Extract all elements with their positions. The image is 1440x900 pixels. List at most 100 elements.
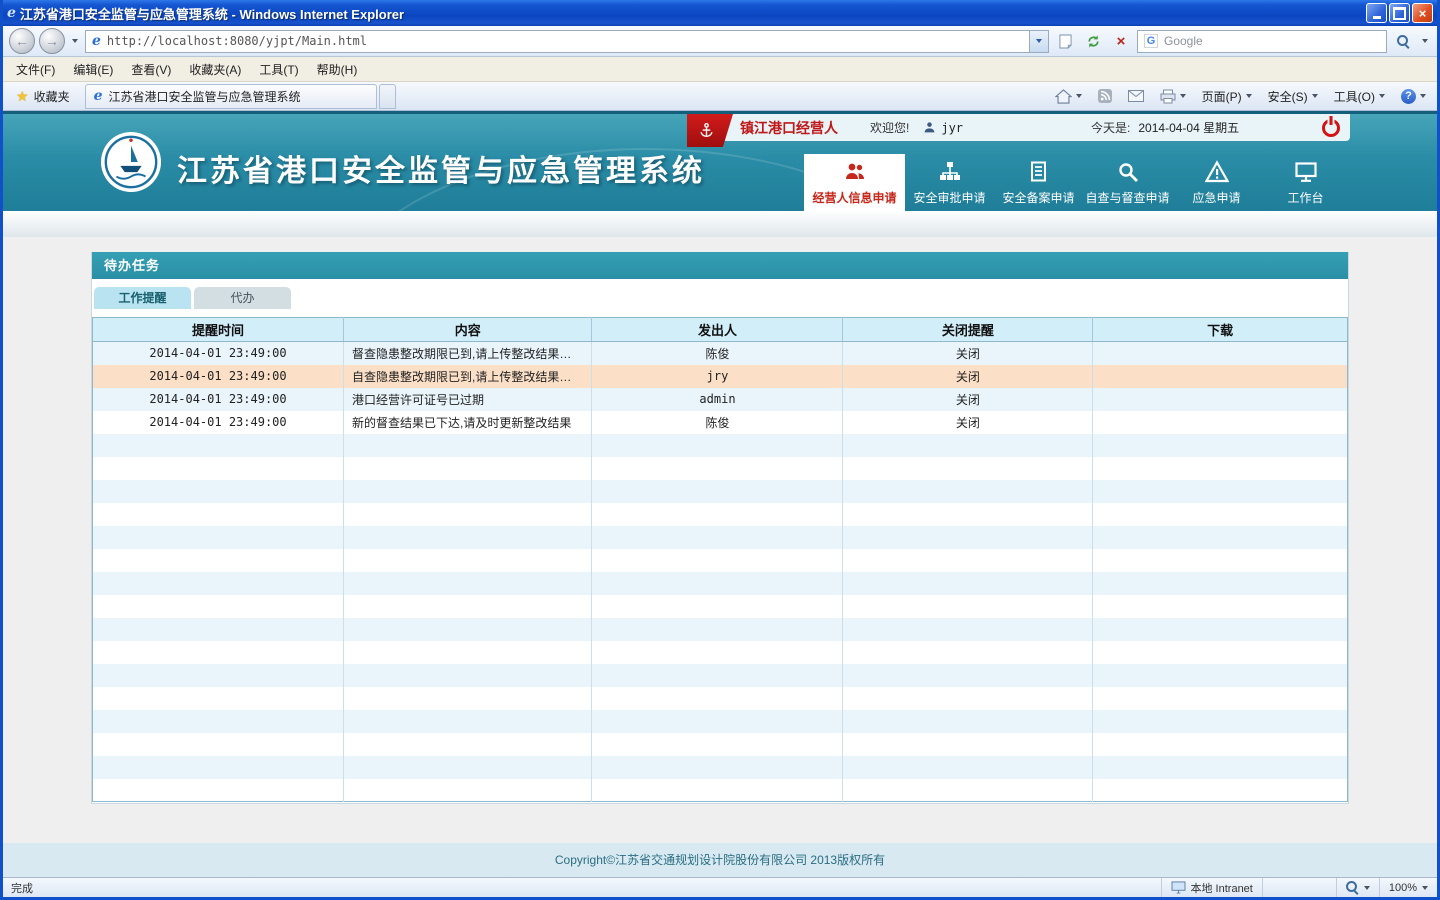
feeds-button[interactable] <box>1091 86 1119 106</box>
reminder-table: 提醒时间 内容 发出人 关闭提醒 下载 2014-04-01 23:49:00 … <box>92 317 1348 802</box>
window-title: 江苏省港口安全监管与应急管理系统 - Windows Internet Expl… <box>20 4 1362 23</box>
empty-cell <box>843 480 1093 503</box>
table-empty-row <box>93 618 1348 641</box>
empty-cell <box>344 526 592 549</box>
stop-button[interactable]: × <box>1109 29 1133 53</box>
cell-remind-time: 2014-04-01 23:49:00 <box>93 342 344 365</box>
ie-logo-icon: e <box>7 6 16 20</box>
empty-cell <box>344 434 592 457</box>
nav-safety-approval-application[interactable]: 安全审批申请 <box>905 154 994 211</box>
user-info-strip: 镇江港口经营人 欢迎您! jyr 今天是: 2014-04-04 星期五 <box>687 114 1350 141</box>
empty-cell <box>344 641 592 664</box>
tools-menu-button[interactable]: 工具(O) <box>1327 85 1392 108</box>
menu-favorites[interactable]: 收藏夹(A) <box>180 58 250 81</box>
empty-cell <box>843 595 1093 618</box>
close-button[interactable]: × <box>1412 3 1433 23</box>
close-reminder-link[interactable]: 关闭 <box>843 342 1093 365</box>
nav-safety-record-application[interactable]: 安全备案申请 <box>994 154 1083 211</box>
menu-help[interactable]: 帮助(H) <box>308 58 367 81</box>
home-button[interactable] <box>1048 86 1089 107</box>
history-dropdown[interactable] <box>69 30 81 52</box>
empty-cell <box>1093 457 1348 480</box>
nav-operator-info-application[interactable]: 经营人信息申请 <box>804 154 905 211</box>
date-label: 今天是: <box>1091 119 1130 136</box>
help-menu-button[interactable]: ? <box>1394 86 1433 107</box>
browser-tab[interactable]: e 江苏省港口安全监管与应急管理系统 <box>85 84 377 109</box>
col-close-reminder: 关闭提醒 <box>843 318 1093 342</box>
address-toolbar: ← → e http://localhost:8080/yjpt/Main.ht… <box>3 26 1437 57</box>
search-button[interactable] <box>1391 29 1415 53</box>
minimize-button[interactable] <box>1366 3 1387 23</box>
close-reminder-link[interactable]: 关闭 <box>843 365 1093 388</box>
google-icon: G <box>1144 34 1158 48</box>
zoom-level: 100% <box>1389 882 1417 894</box>
command-bar: 页面(P) 安全(S) 工具(O) ? <box>1048 85 1433 108</box>
anchor-flag-icon <box>687 114 733 147</box>
refresh-button[interactable] <box>1081 29 1105 53</box>
cell-sender: 陈俊 <box>592 411 843 434</box>
back-button[interactable]: ← <box>9 28 35 54</box>
empty-cell <box>592 549 843 572</box>
menu-edit[interactable]: 编辑(E) <box>64 58 122 81</box>
menu-view[interactable]: 查看(V) <box>122 58 180 81</box>
cell-download <box>1093 342 1348 365</box>
mail-icon <box>1128 90 1144 102</box>
warning-triangle-icon <box>1205 160 1229 184</box>
close-reminder-link[interactable]: 关闭 <box>843 388 1093 411</box>
search-options-dropdown[interactable] <box>1419 30 1431 52</box>
nav-workbench[interactable]: 工作台 <box>1261 154 1350 211</box>
empty-cell <box>592 756 843 779</box>
table-row: 2014-04-01 23:49:00 督查隐患整改期限已到,请上传整改结果… … <box>93 342 1348 365</box>
zoom-level-button[interactable]: 100% <box>1379 878 1437 897</box>
nav-self-check-supervision-application[interactable]: 自查与督查申请 <box>1083 154 1172 211</box>
people-icon <box>843 160 867 184</box>
empty-cell <box>1093 618 1348 641</box>
safety-menu-button[interactable]: 安全(S) <box>1261 85 1325 108</box>
help-icon: ? <box>1401 89 1416 104</box>
zoom-menu-button[interactable] <box>1336 878 1379 897</box>
table-empty-row <box>93 572 1348 595</box>
empty-cell <box>93 779 344 802</box>
mail-button[interactable] <box>1121 87 1151 105</box>
tools-menu-label: 工具(O) <box>1334 88 1375 105</box>
forward-button[interactable]: → <box>39 28 65 54</box>
empty-cell <box>93 641 344 664</box>
menu-file[interactable]: 文件(F) <box>7 58 64 81</box>
search-box[interactable]: G Google <box>1137 30 1387 53</box>
table-body: 2014-04-01 23:49:00 督查隐患整改期限已到,请上传整改结果… … <box>93 342 1348 802</box>
close-reminder-link[interactable]: 关闭 <box>843 411 1093 434</box>
empty-cell <box>1093 480 1348 503</box>
empty-cell <box>592 687 843 710</box>
empty-cell <box>93 480 344 503</box>
cell-content: 自查隐患整改期限已到,请上传整改结果… <box>344 365 592 388</box>
page-menu-label: 页面(P) <box>1202 88 1242 105</box>
favorites-button[interactable]: ★ 收藏夹 <box>7 85 79 108</box>
nav-emergency-application[interactable]: 应急申请 <box>1172 154 1261 211</box>
stop-x-glyph: × <box>1117 34 1126 49</box>
empty-cell <box>1093 595 1348 618</box>
search-engine-label: Google <box>1164 34 1203 48</box>
new-tab-button[interactable] <box>379 84 396 109</box>
empty-cell <box>344 572 592 595</box>
tab-work-reminder[interactable]: 工作提醒 <box>94 287 191 309</box>
print-button[interactable] <box>1153 86 1193 107</box>
col-download: 下载 <box>1093 318 1348 342</box>
table-empty-row <box>93 503 1348 526</box>
address-bar[interactable]: e http://localhost:8080/yjpt/Main.html <box>85 30 1030 53</box>
maximize-button[interactable] <box>1389 3 1410 23</box>
empty-cell <box>592 664 843 687</box>
logout-power-button[interactable] <box>1322 119 1340 137</box>
empty-cell <box>93 595 344 618</box>
compatibility-view-icon[interactable] <box>1053 29 1077 53</box>
menu-tools[interactable]: 工具(T) <box>250 58 307 81</box>
tab-todo[interactable]: 代办 <box>194 287 291 309</box>
username: jyr <box>941 121 963 135</box>
table-row: 2014-04-01 23:49:00 新的督查结果已下达,请及时更新整改结果 … <box>93 411 1348 434</box>
status-spacer <box>1262 878 1336 897</box>
date-value: 2014-04-04 星期五 <box>1138 119 1239 136</box>
address-dropdown[interactable] <box>1030 30 1049 53</box>
table-empty-row <box>93 457 1348 480</box>
empty-cell <box>93 756 344 779</box>
page-menu-button[interactable]: 页面(P) <box>1195 85 1259 108</box>
favorites-label: 收藏夹 <box>34 88 70 105</box>
